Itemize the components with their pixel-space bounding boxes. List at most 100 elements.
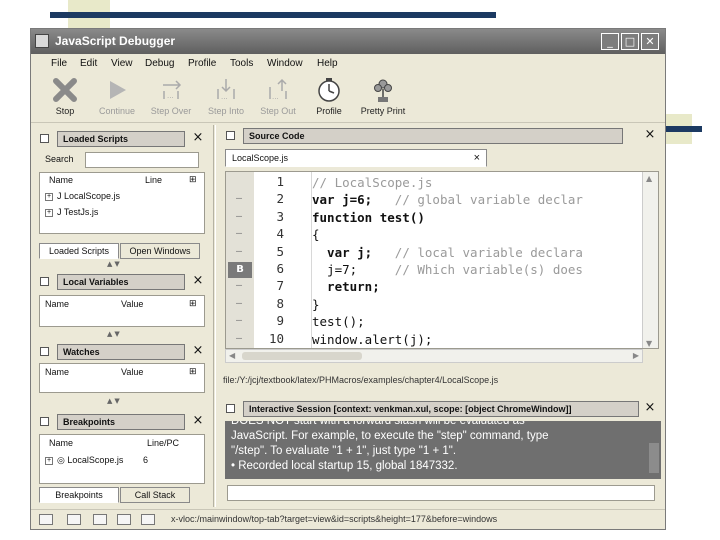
interactive-session-title: Interactive Session [context: venkman.xu… <box>243 401 639 417</box>
line-marker[interactable]: – <box>226 246 252 257</box>
horizontal-scrollbar[interactable]: ◀ ▶ <box>225 349 643 363</box>
pretty-print-button[interactable]: Pretty Print <box>353 77 413 116</box>
continue-button[interactable]: Continue <box>93 77 141 116</box>
expand-icon[interactable]: + <box>45 192 53 201</box>
splitter-handle[interactable]: ▲▼ <box>107 397 122 405</box>
interactive-session-header: Interactive Session [context: venkman.xu… <box>223 400 663 418</box>
mail-icon[interactable] <box>67 514 81 525</box>
stop-button[interactable]: Stop <box>45 77 85 116</box>
step-out-button[interactable]: ... Step Out <box>255 77 301 116</box>
line-marker[interactable]: – <box>226 315 252 326</box>
tab-loaded-scripts[interactable]: Loaded Scripts <box>39 243 119 259</box>
pretty-print-label: Pretty Print <box>360 106 406 116</box>
scroll-right-arrow[interactable]: ▶ <box>633 351 639 360</box>
line-marker[interactable]: – <box>226 333 252 344</box>
vertical-scrollbar[interactable]: ▲ ▼ <box>642 172 658 348</box>
session-input[interactable] <box>227 485 655 501</box>
breakpoints-header: Breakpoints × <box>37 413 209 431</box>
composer-icon[interactable] <box>93 514 107 525</box>
expand-icon[interactable]: + <box>45 208 53 217</box>
scroll-thumb[interactable] <box>242 352 362 360</box>
watches-checkbox[interactable] <box>40 347 49 356</box>
column-picker-icon[interactable]: ⊞ <box>189 174 197 185</box>
line-number: 9 <box>276 313 284 329</box>
close-button[interactable]: ✕ <box>641 33 659 50</box>
column-picker-icon[interactable]: ⊞ <box>189 298 197 309</box>
list-item[interactable]: + J TestJs.js <box>45 207 98 217</box>
tab-localscope-js[interactable]: LocalScope.js × <box>225 149 487 167</box>
splitter-handle[interactable]: ▲▼ <box>107 330 122 338</box>
navigator-icon[interactable] <box>39 514 53 525</box>
line-number: 1 <box>276 174 284 189</box>
loaded-scripts-col-name[interactable]: Name <box>49 175 73 185</box>
menu-help[interactable]: Help <box>317 58 338 69</box>
minimize-button[interactable]: _ <box>601 33 619 50</box>
column-picker-icon[interactable]: ⊞ <box>189 366 197 377</box>
list-item[interactable]: + ◎ LocalScope.js <box>45 455 123 466</box>
local-variables-checkbox[interactable] <box>40 277 49 286</box>
step-into-button[interactable]: ... Step Into <box>201 77 251 116</box>
menu-tools[interactable]: Tools <box>230 58 253 69</box>
svg-text:...: ... <box>272 92 279 101</box>
maximize-button[interactable]: □ <box>621 33 639 50</box>
watches-col-name[interactable]: Name <box>45 367 69 377</box>
tab-open-windows[interactable]: Open Windows <box>120 243 200 259</box>
profile-label: Profile <box>316 106 342 116</box>
loaded-scripts-checkbox[interactable] <box>40 134 49 143</box>
script-search-input[interactable] <box>85 152 199 168</box>
menu-edit[interactable]: Edit <box>80 58 97 69</box>
chat-icon[interactable] <box>141 514 155 525</box>
scroll-left-arrow[interactable]: ◀ <box>229 351 235 360</box>
breakpoints-title: Breakpoints <box>57 414 185 430</box>
scroll-up-arrow[interactable]: ▲ <box>646 174 652 183</box>
script-name: J LocalScope.js <box>57 191 121 201</box>
profile-button[interactable]: Profile <box>311 77 347 116</box>
interactive-session-close-icon[interactable]: × <box>643 400 657 416</box>
breakpoints-close-icon[interactable]: × <box>191 413 205 429</box>
breakpoint-marker[interactable]: B <box>228 262 252 278</box>
code-line: } <box>312 296 320 312</box>
scroll-down-arrow[interactable]: ▼ <box>646 339 652 348</box>
source-code-close-icon[interactable]: × <box>643 127 657 143</box>
line-marker[interactable]: – <box>226 280 252 291</box>
loaded-scripts-close-icon[interactable]: × <box>191 130 205 146</box>
breakpoints-checkbox[interactable] <box>40 417 49 426</box>
local-variables-header: Local Variables × <box>37 273 209 291</box>
line-marker[interactable]: – <box>226 298 252 309</box>
splitter-handle[interactable]: ▲▼ <box>107 260 122 268</box>
watches-close-icon[interactable]: × <box>191 343 205 359</box>
line-marker[interactable]: – <box>226 193 252 204</box>
source-editor[interactable]: B 1 // LocalScope.js – 2 var j=6; // global … <box>225 171 659 349</box>
menu-window[interactable]: Window <box>267 58 303 69</box>
session-line: • Recorded local startup 15, global 1847… <box>231 460 458 472</box>
pane-divider[interactable] <box>213 125 216 507</box>
local-variables-col-name[interactable]: Name <box>45 299 69 309</box>
session-scrollbar[interactable] <box>649 443 659 473</box>
code-line: j=7; // Which variable(s) does <box>312 262 583 277</box>
tab-call-stack[interactable]: Call Stack <box>120 487 190 503</box>
step-over-button[interactable]: ... Step Over <box>145 77 197 116</box>
menu-file[interactable]: File <box>51 58 67 69</box>
source-code-header: Source Code × <box>223 127 663 145</box>
expand-icon[interactable]: + <box>45 456 53 465</box>
source-code-checkbox[interactable] <box>226 131 235 140</box>
interactive-session-checkbox[interactable] <box>226 404 235 413</box>
source-code-title: Source Code <box>243 128 623 144</box>
menu-view[interactable]: View <box>111 58 133 69</box>
code-line: { <box>312 227 320 243</box>
breakpoints-col-name[interactable]: Name <box>49 438 73 448</box>
watches-col-value[interactable]: Value <box>121 367 143 377</box>
session-line: DOES NOT start with a forward slash will… <box>231 421 525 427</box>
list-item[interactable]: + J LocalScope.js <box>45 191 120 201</box>
loaded-scripts-col-line[interactable]: Line <box>145 175 162 185</box>
line-marker[interactable]: – <box>226 211 252 222</box>
menu-debug[interactable]: Debug <box>145 58 174 69</box>
address-book-icon[interactable] <box>117 514 131 525</box>
tab-breakpoints[interactable]: Breakpoints <box>39 487 119 503</box>
tab-close-icon[interactable]: × <box>474 150 480 166</box>
breakpoints-col-line[interactable]: Line/PC <box>147 438 179 448</box>
menu-profile[interactable]: Profile <box>188 58 216 69</box>
local-variables-close-icon[interactable]: × <box>191 273 205 289</box>
local-variables-col-value[interactable]: Value <box>121 299 143 309</box>
line-marker[interactable]: – <box>226 228 252 239</box>
